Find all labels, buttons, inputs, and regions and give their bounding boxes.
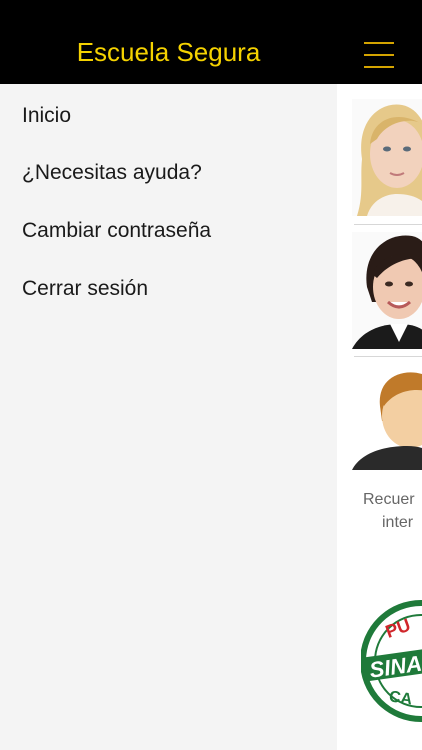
drawer-item-inicio[interactable]: Inicio (22, 104, 71, 128)
top-bar: Escuela Segura (0, 0, 422, 84)
side-drawer: Inicio ¿Necesitas ayuda? Cambiar contras… (0, 84, 337, 750)
avatar-photo-1[interactable] (352, 99, 422, 216)
drawer-item-ayuda[interactable]: ¿Necesitas ayuda? (22, 161, 202, 185)
logo-text-bottom: CA (388, 688, 414, 708)
drawer-item-cambiar-contrasena[interactable]: Cambiar contraseña (22, 219, 211, 243)
avatar-placeholder[interactable] (352, 366, 422, 470)
caption-line-2: inter (382, 514, 414, 531)
caption-line-1: Recuer (363, 491, 415, 508)
divider (354, 356, 422, 357)
sinaca-logo: PU SINA CA (360, 599, 422, 729)
divider (354, 224, 422, 225)
app-title: Escuela Segura (76, 37, 261, 67)
main-content: Recuer inter PU SINA CA (337, 84, 422, 750)
drawer-item-cerrar-sesion[interactable]: Cerrar sesión (22, 277, 148, 301)
avatar-photo-2[interactable] (352, 232, 422, 349)
hamburger-icon[interactable] (364, 42, 396, 68)
